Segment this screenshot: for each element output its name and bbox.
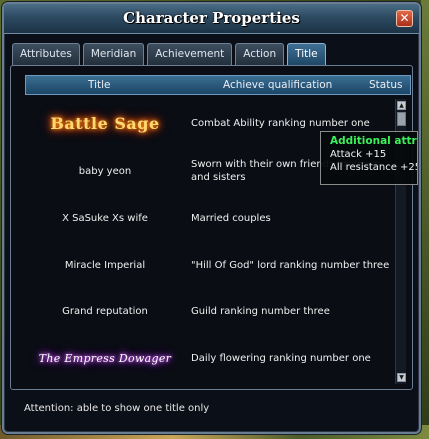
table-header: Title Achieve qualification Status	[25, 75, 411, 95]
title-name-fancy: Battle Sage	[50, 113, 160, 133]
tab-action[interactable]: Action	[235, 43, 285, 65]
column-header-title: Title	[88, 79, 111, 91]
close-button[interactable]: ✕	[396, 10, 413, 27]
qualification-cell: Daily flowering ranking number one	[191, 352, 371, 364]
title-name-cell: Miracle Imperial	[64, 259, 146, 271]
column-header-qualification: Achieve qualification	[223, 79, 333, 91]
tab-meridian[interactable]: Meridian	[82, 43, 145, 65]
title-row[interactable]: Miracle Imperial "Hill Of God" lord rank…	[25, 242, 393, 288]
scroll-down-icon[interactable]: ▼	[397, 373, 406, 382]
tooltip-line: Attack +15	[330, 149, 387, 160]
qualification-cell: Guild ranking number three	[191, 305, 330, 317]
title-name-cell: baby yeon	[78, 165, 132, 177]
title-row[interactable]: Grand reputation Guild ranking number th…	[25, 288, 393, 334]
tab-achievement[interactable]: Achievement	[147, 43, 233, 65]
title-name-cell: Grand reputation	[62, 305, 148, 317]
tooltip-title: Additional attribute	[330, 135, 417, 147]
title-name-fancy: The Empress Dowager	[38, 351, 172, 365]
character-properties-window: Character Properties ✕ Attributes Meridi…	[2, 2, 421, 434]
qualification-cell: Married couples	[191, 212, 271, 224]
tab-title[interactable]: Title	[287, 43, 326, 65]
tab-bar: Attributes Meridian Achievement Action T…	[12, 43, 326, 65]
scroll-thumb[interactable]	[397, 112, 406, 126]
notice-text: Attention: able to show one title only	[24, 403, 210, 414]
title-panel: Title Achieve qualification Status Battl…	[10, 65, 413, 390]
title-name-cell: X SaSuke Xs wife	[62, 212, 148, 224]
title-row[interactable]: X SaSuke Xs wife Married couples	[25, 195, 393, 241]
window-title: Character Properties	[123, 9, 300, 27]
column-header-status: Status	[369, 79, 403, 91]
tooltip-line: All resistance +25	[330, 162, 418, 173]
qualification-cell: "Hill Of God" lord ranking number three	[191, 259, 390, 271]
window-titlebar[interactable]: Character Properties ✕	[4, 4, 419, 34]
title-name-cell: The Empress Dowager	[25, 335, 185, 381]
attribute-tooltip: Additional attribute Attack +15 All resi…	[320, 131, 418, 185]
close-icon: ✕	[399, 11, 410, 25]
title-row[interactable]: The Empress Dowager Daily flowering rank…	[25, 335, 393, 381]
scroll-up-icon[interactable]: ▲	[397, 101, 406, 110]
title-name-cell: Battle Sage	[25, 100, 185, 146]
tab-attributes[interactable]: Attributes	[12, 43, 80, 65]
backdrop-right-edge	[421, 0, 429, 439]
